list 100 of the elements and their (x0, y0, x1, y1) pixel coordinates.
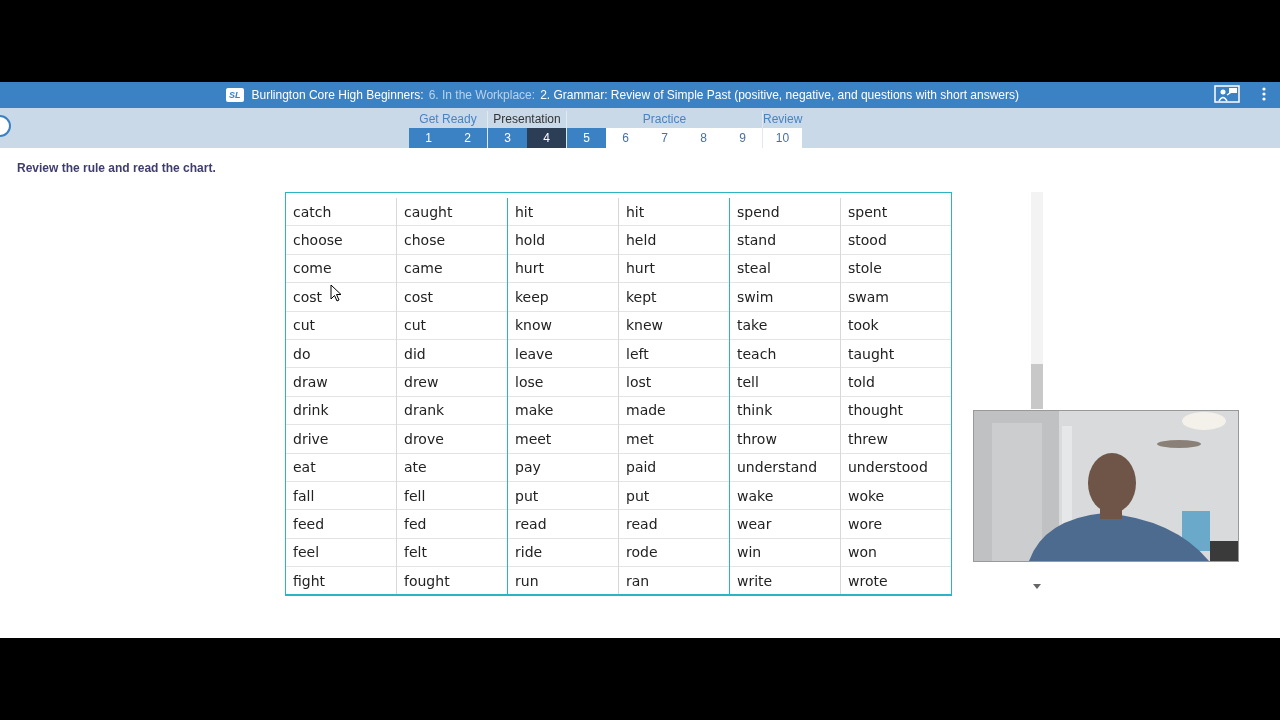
table-cell: choose (286, 225, 397, 255)
table-cell: stand (729, 225, 841, 255)
table-cell: understand (729, 453, 841, 482)
table-cell: come (286, 254, 397, 283)
table-cell: draw (286, 367, 397, 397)
table-cell: know (507, 311, 619, 340)
table-cell: hit (507, 198, 619, 226)
table-cell: met (618, 424, 730, 453)
step-tab[interactable]: 3 (488, 128, 527, 148)
section-label[interactable]: Review (763, 111, 803, 128)
table-cell: drank (396, 396, 508, 425)
breadcrumb-item[interactable]: 6. In the Workplace: (428, 88, 536, 102)
table-cell: feel (286, 538, 397, 567)
table-cell: catch (286, 198, 397, 226)
section-label[interactable]: Presentation (488, 111, 566, 128)
table-cell: wear (729, 509, 841, 539)
step-tab[interactable]: 4 (527, 128, 566, 148)
table-cell: read (507, 509, 619, 539)
table-cell: fell (396, 481, 508, 510)
table-cell: keep (507, 282, 619, 312)
table-cell: fed (396, 509, 508, 539)
table-cell: drove (396, 424, 508, 453)
table-cell: thought (840, 396, 951, 425)
table-cell: swam (840, 282, 951, 312)
presenter-icon[interactable] (1214, 85, 1240, 103)
table-cell: take (729, 311, 841, 340)
table-cell: spend (729, 198, 841, 226)
table-cell: run (507, 566, 619, 595)
breadcrumb-item[interactable]: 2. Grammar: Review of Simple Past (positive, negative, and questions with short answers) (540, 88, 1019, 102)
table-cell: spent (840, 198, 951, 226)
table-cell: hurt (618, 254, 730, 283)
step-tab[interactable]: 7 (645, 128, 684, 148)
table-cell: left (618, 339, 730, 368)
cursor-icon (330, 284, 342, 302)
table-cell: stole (840, 254, 951, 283)
step-tab[interactable]: 8 (684, 128, 723, 148)
step-tab[interactable]: 6 (606, 128, 645, 148)
table-cell: wrote (840, 566, 951, 595)
table-cell: felt (396, 538, 508, 567)
more-icon[interactable] (1262, 87, 1266, 101)
table-cell: tell (729, 367, 841, 397)
step-tab[interactable]: 1 (409, 128, 448, 148)
step-tab[interactable]: 2 (448, 128, 487, 148)
table-cell: rode (618, 538, 730, 567)
table-cell: swim (729, 282, 841, 312)
table-cell: meet (507, 424, 619, 453)
table-cell: lose (507, 367, 619, 397)
table-cell: ran (618, 566, 730, 595)
table-cell: won (840, 538, 951, 567)
table-cell: understood (840, 453, 951, 482)
table-cell: drink (286, 396, 397, 425)
instruction-text: Review the rule and read the chart. (17, 161, 216, 175)
table-cell: came (396, 254, 508, 283)
table-cell: drive (286, 424, 397, 453)
table-cell: kept (618, 282, 730, 312)
table-cell: drew (396, 367, 508, 397)
table-cell: put (618, 481, 730, 510)
table-cell: hit (618, 198, 730, 226)
table-cell: put (507, 481, 619, 510)
table-cell: teach (729, 339, 841, 368)
table-cell: fight (286, 566, 397, 595)
section-label[interactable]: Practice (567, 111, 762, 128)
logo: SL (226, 88, 244, 102)
breadcrumb-item[interactable]: Burlington Core High Beginners: (251, 88, 424, 102)
table-cell: read (618, 509, 730, 539)
table-cell: throw (729, 424, 841, 453)
table-cell: told (840, 367, 951, 397)
table-cell: do (286, 339, 397, 368)
table-cell: leave (507, 339, 619, 368)
table-cell: feed (286, 509, 397, 539)
table-cell: eat (286, 453, 397, 482)
table-cell: held (618, 225, 730, 255)
table-cell: hurt (507, 254, 619, 283)
step-tab[interactable]: 9 (723, 128, 762, 148)
scroll-down-icon[interactable] (1033, 584, 1041, 589)
table-cell: cut (286, 311, 397, 340)
table-cell: make (507, 396, 619, 425)
scrollbar[interactable] (1031, 192, 1043, 409)
table-cell: wake (729, 481, 841, 510)
table-cell: paid (618, 453, 730, 482)
step-tab[interactable]: 10 (763, 128, 802, 148)
table-cell: chose (396, 225, 508, 255)
table-cell: threw (840, 424, 951, 453)
section-label[interactable]: Get Ready (409, 111, 487, 128)
table-cell: stood (840, 225, 951, 255)
table-cell: lost (618, 367, 730, 397)
table-cell: win (729, 538, 841, 567)
table-cell: wore (840, 509, 951, 539)
step-tab[interactable]: 5 (567, 128, 606, 148)
table-cell: ate (396, 453, 508, 482)
table-cell: caught (396, 198, 508, 226)
table-cell: think (729, 396, 841, 425)
table-cell: ride (507, 538, 619, 567)
table-cell: write (729, 566, 841, 595)
table-cell: steal (729, 254, 841, 283)
table-cell: did (396, 339, 508, 368)
table-cell: fall (286, 481, 397, 510)
table-cell: hold (507, 225, 619, 255)
table-cell: woke (840, 481, 951, 510)
table-cell: cut (396, 311, 508, 340)
